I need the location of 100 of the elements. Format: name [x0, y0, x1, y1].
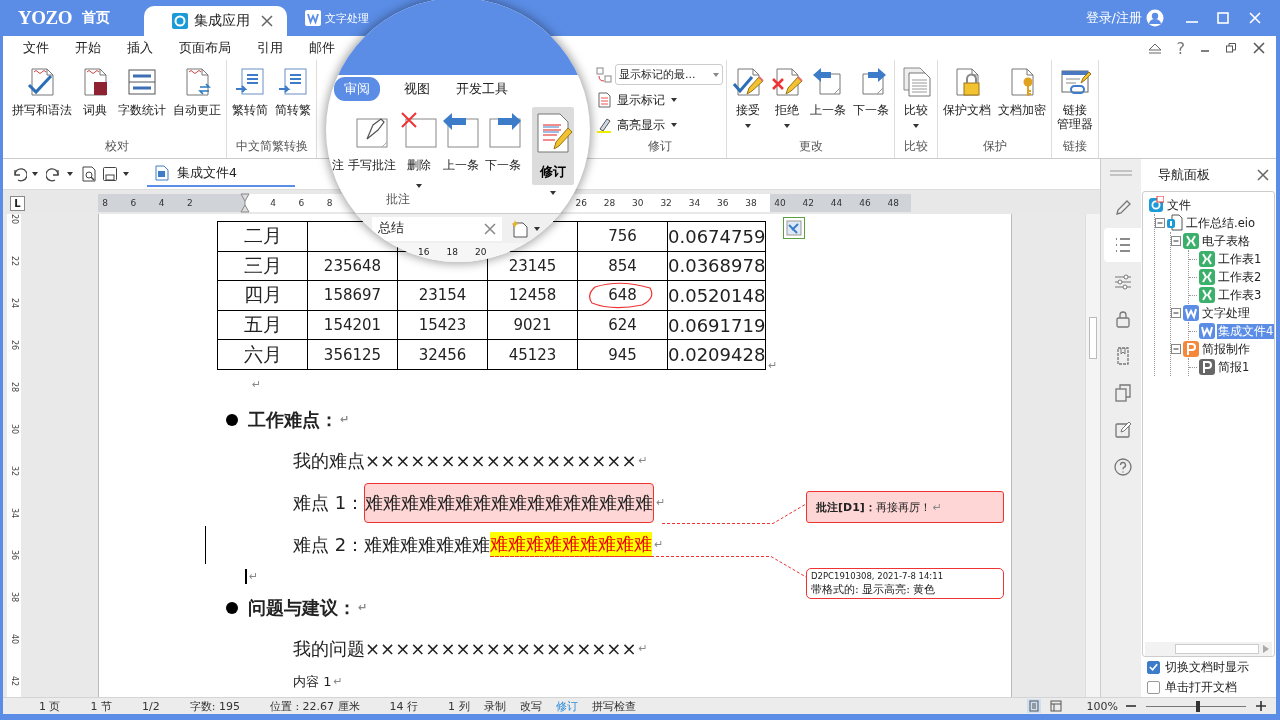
checkbox-label[interactable]: 切换文档时显示 — [1165, 658, 1249, 676]
paragraph-mark: ↵ — [252, 378, 262, 392]
display-dropdown[interactable]: 显示标记的最... — [615, 64, 723, 85]
status-toggle[interactable]: 拼写检查 — [591, 698, 636, 714]
table-cell: 12458 — [487, 280, 578, 311]
ribbon-button[interactable]: 接受 — [730, 64, 766, 138]
menu-tab[interactable]: 邮件 — [309, 39, 335, 57]
table-cell: 三月 — [217, 251, 308, 281]
ribbon-button[interactable]: 注 — [332, 107, 344, 174]
menu-tab[interactable]: 开发工具 — [454, 77, 510, 101]
ribbon-button[interactable]: 繁转简 — [230, 64, 270, 138]
ribbon-button[interactable]: 下一条 — [851, 64, 891, 138]
status-text: 1 页 — [39, 698, 61, 714]
ribbon-button[interactable]: 自动更正 — [171, 64, 223, 138]
table-cell: 9021 — [487, 310, 578, 340]
group-label: 修订 — [646, 138, 673, 155]
group-label: 链接 — [1062, 138, 1088, 155]
table-cell: 32456 — [397, 339, 488, 370]
document-tab[interactable]: 集成应用 — [143, 6, 287, 36]
menu-tab[interactable]: 视图 — [402, 77, 432, 101]
menu-tab[interactable]: 文件 — [23, 39, 49, 57]
table-cell: 945 — [577, 339, 668, 370]
menu-tab[interactable]: 页面布局 — [179, 39, 231, 57]
ruler-number: 20 — [9, 214, 19, 227]
ribbon-button[interactable]: 上一条 — [808, 64, 848, 138]
tree-item[interactable]: 文字处理 — [1201, 305, 1251, 321]
menu-tab[interactable]: 插入 — [127, 39, 153, 57]
ruler-number: 40 — [773, 198, 787, 208]
comment-box[interactable]: 批注[D1]：再接再厉！ ↵ — [806, 491, 1004, 523]
document-name-field[interactable]: 总结 — [372, 216, 502, 241]
ribbon-button[interactable]: 拼写和语法 — [10, 64, 74, 138]
table-cell: 五月 — [217, 310, 308, 340]
ribbon-button[interactable]: 比较 — [898, 64, 934, 138]
ruler-number: 46 — [858, 198, 872, 208]
document-tab[interactable]: 集成文件4 — [147, 161, 295, 187]
ribbon-button[interactable]: 简转繁 — [273, 64, 313, 138]
tree-item[interactable]: 电子表格 — [1201, 233, 1251, 249]
table-cell: 二月 — [217, 221, 308, 252]
ribbon-button[interactable]: 拒绝 — [769, 64, 805, 138]
group-label: 批注 — [386, 191, 410, 208]
ribbon-button[interactable]: 保护文档 — [941, 64, 993, 138]
paragraph-text: 内容 1 — [293, 672, 332, 691]
table-cell: 0.0674759 — [667, 221, 766, 252]
ribbon-button[interactable]: 下一条 — [484, 107, 522, 174]
paragraph-mark: ↵ — [932, 500, 943, 514]
ruler-number: 8 — [325, 198, 334, 208]
ribbon-button[interactable]: 链接 管理器 — [1055, 64, 1095, 138]
ribbon-button[interactable]: 删除 — [400, 107, 438, 188]
status-text: 位置 : 22.67 厘米 — [269, 698, 360, 714]
table-cell: 624 — [577, 310, 668, 340]
format-description: 带格式的: 显示高亮: 黄色 — [811, 582, 937, 597]
checkbox-label[interactable]: 单击打开文档 — [1165, 678, 1237, 696]
table-cell: 45123 — [487, 339, 578, 370]
revision-info: D2PC1910308, 2021-7-8 14:11 — [811, 570, 945, 582]
ruler-number: 32 — [659, 198, 673, 208]
tree-item[interactable]: 工作表3 — [1217, 287, 1263, 303]
menu-tab[interactable]: 开始 — [75, 39, 101, 57]
ruler-number: 26 — [9, 339, 19, 353]
ribbon-button[interactable]: 词典 — [77, 64, 113, 138]
paragraph-mark: ↵ — [638, 454, 648, 468]
menu-tab[interactable]: 引用 — [257, 39, 283, 57]
comment-text: 批注[D1]：再接再厉！ — [816, 499, 931, 515]
paragraph-mark: ↵ — [638, 642, 648, 656]
ribbon-button[interactable]: 显示标记 — [615, 90, 723, 110]
status-text: 字数: 195 — [189, 698, 240, 714]
paragraph-mark: ↵ — [249, 570, 259, 584]
tree-item[interactable]: 工作表1 — [1217, 251, 1263, 267]
tree-item[interactable]: 文件 — [1166, 197, 1192, 213]
tree-item[interactable]: 工作表2 — [1217, 269, 1263, 285]
ribbon-button[interactable]: 字数统计 — [116, 64, 168, 138]
paragraph-mark: ↵ — [768, 358, 778, 372]
group-label: 中文简繁转换 — [234, 138, 309, 155]
tree-item[interactable]: 简报1 — [1217, 359, 1251, 375]
ruler-number: 32 — [9, 465, 19, 479]
table-cell: 356125 — [307, 339, 398, 370]
table-cell: 四月 — [217, 280, 308, 311]
tab-stop-button[interactable]: L — [10, 196, 25, 211]
ruler-number: 8 — [101, 198, 109, 208]
ribbon-button[interactable]: 文档加密 — [996, 64, 1048, 138]
zoom-level: 100% — [1086, 699, 1118, 713]
tree-item[interactable]: 简报制作 — [1201, 341, 1251, 357]
ribbon-button[interactable]: 上一条 — [442, 107, 480, 174]
ruler-number: 4 — [269, 198, 277, 208]
comment-box[interactable]: D2PC1910308, 2021-7-8 14:11 带格式的: 显示高亮: 黄色 — [806, 568, 1004, 599]
ruler-number: 42 — [801, 198, 815, 208]
status-text: 1 节 — [90, 698, 112, 714]
table-cell: 158697 — [307, 280, 398, 311]
help-button[interactable]: ? — [1176, 38, 1185, 58]
ruler-number: 2 — [186, 198, 194, 208]
paragraph-mark: ↵ — [333, 675, 343, 689]
status-toggle[interactable]: 改写 — [519, 698, 542, 714]
status-toggle[interactable]: 录制 — [483, 698, 506, 714]
status-text: 14 行 — [389, 698, 419, 714]
table-cell-text: 648 — [608, 286, 637, 305]
ribbon-button[interactable]: 高亮显示 — [615, 115, 723, 135]
tree-item[interactable]: 工作总结.eio — [1185, 215, 1256, 231]
ribbon-button[interactable]: 手写批注 — [348, 107, 396, 174]
paragraph-mark: ↵ — [340, 413, 350, 427]
table-cell: 23154 — [397, 280, 488, 311]
paragraph-text: 工作难点： — [248, 407, 338, 432]
